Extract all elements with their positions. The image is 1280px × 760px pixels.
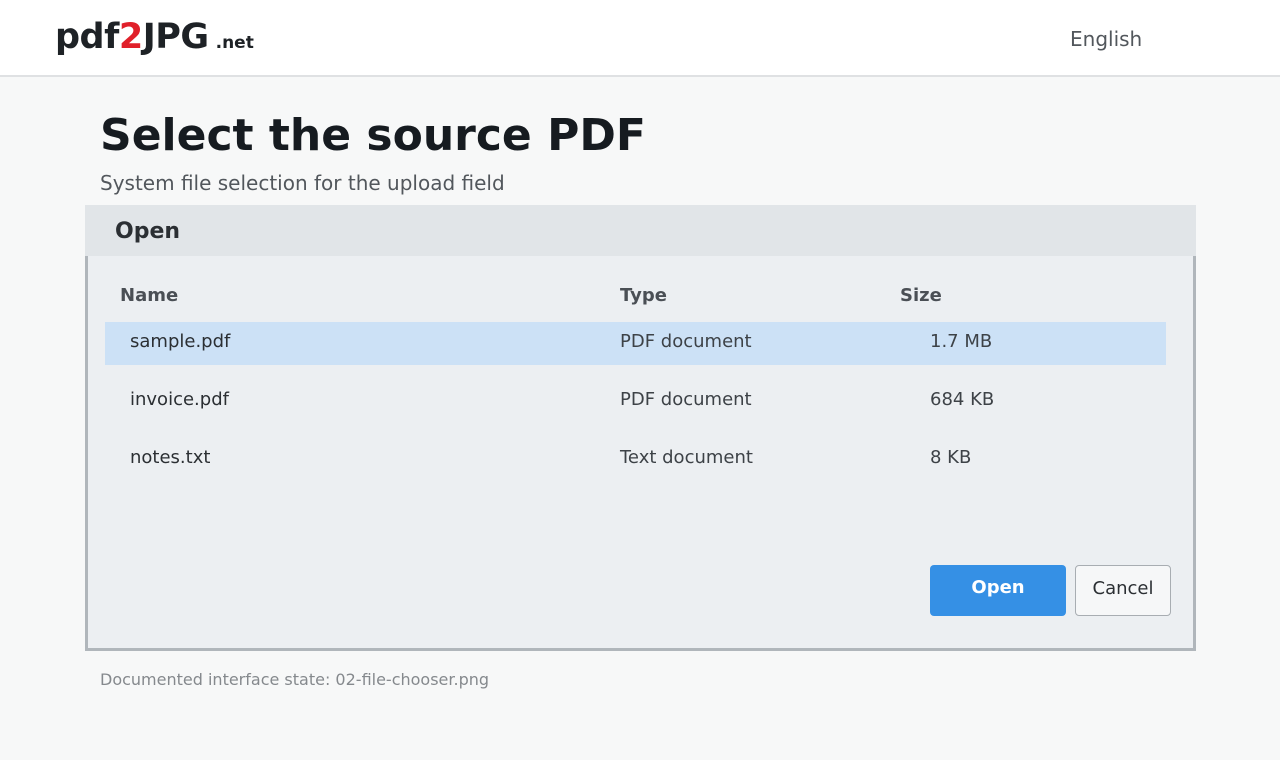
logo-text-pdf: pdf bbox=[55, 17, 119, 57]
file-name: sample.pdf bbox=[130, 331, 231, 352]
file-type: Text document bbox=[620, 447, 753, 468]
file-type: PDF document bbox=[620, 331, 752, 352]
column-header-type[interactable]: Type bbox=[620, 285, 667, 306]
file-name: notes.txt bbox=[130, 447, 211, 468]
column-header-name[interactable]: Name bbox=[120, 285, 178, 306]
column-header-size[interactable]: Size bbox=[900, 285, 942, 306]
file-size: 1.7 MB bbox=[930, 331, 993, 352]
page-subtitle: System file selection for the upload fie… bbox=[100, 171, 505, 195]
file-name: invoice.pdf bbox=[130, 389, 229, 410]
cancel-button[interactable]: Cancel bbox=[1075, 565, 1171, 616]
file-row-notes-txt[interactable]: notes.txt Text document 8 KB bbox=[105, 438, 1166, 481]
site-logo[interactable]: pdf 2 JPG .net bbox=[55, 17, 254, 57]
file-row-invoice-pdf[interactable]: invoice.pdf PDF document 684 KB bbox=[105, 380, 1166, 423]
logo-text-tld: .net bbox=[215, 33, 254, 53]
dialog-title: Open bbox=[115, 219, 181, 244]
interface-state-note: Documented interface state: 02-file-choo… bbox=[100, 670, 490, 689]
file-size: 684 KB bbox=[930, 389, 995, 410]
logo-text-jpg: JPG bbox=[142, 17, 209, 57]
file-row-sample-pdf[interactable]: sample.pdf PDF document 1.7 MB bbox=[105, 322, 1166, 365]
dialog-header: Open bbox=[85, 205, 1196, 256]
open-button[interactable]: Open bbox=[930, 565, 1066, 616]
logo-text-2: 2 bbox=[118, 17, 143, 57]
file-open-dialog: Open Name Type Size sample.pdf PDF docum… bbox=[85, 205, 1196, 651]
file-type: PDF document bbox=[620, 389, 752, 410]
file-size: 8 KB bbox=[930, 447, 972, 468]
top-bar: pdf 2 JPG .net English bbox=[0, 0, 1280, 77]
language-selector[interactable]: English bbox=[1070, 27, 1142, 51]
page-title: Select the source PDF bbox=[100, 110, 646, 161]
